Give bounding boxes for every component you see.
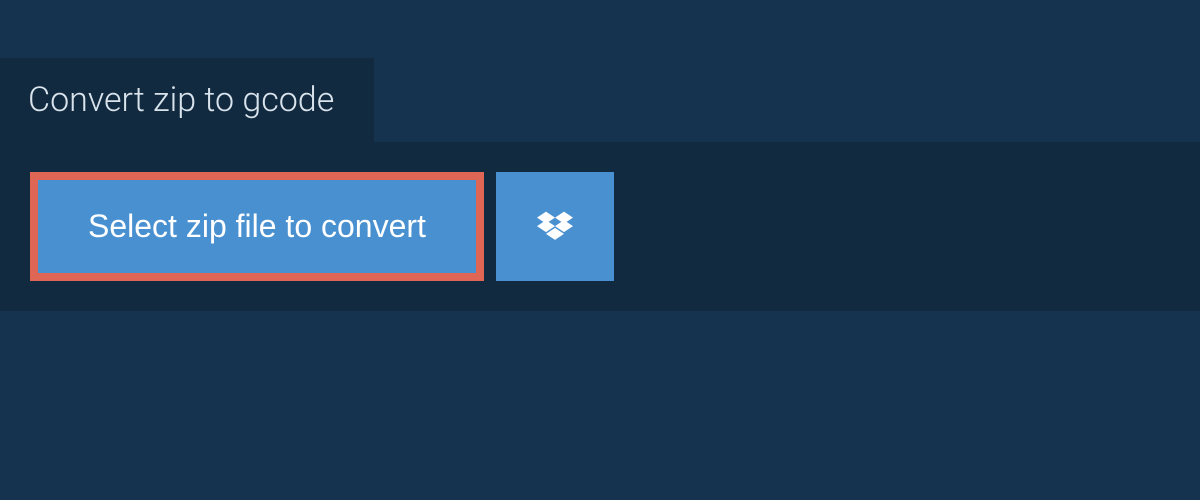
dropbox-icon <box>537 211 573 243</box>
dropbox-button[interactable] <box>496 172 614 281</box>
action-row: Select zip file to convert <box>0 142 1200 311</box>
page-title: Convert zip to gcode <box>28 80 334 120</box>
tab-header: Convert zip to gcode <box>0 58 374 142</box>
select-file-button[interactable]: Select zip file to convert <box>30 172 484 281</box>
select-file-label: Select zip file to convert <box>88 208 426 245</box>
